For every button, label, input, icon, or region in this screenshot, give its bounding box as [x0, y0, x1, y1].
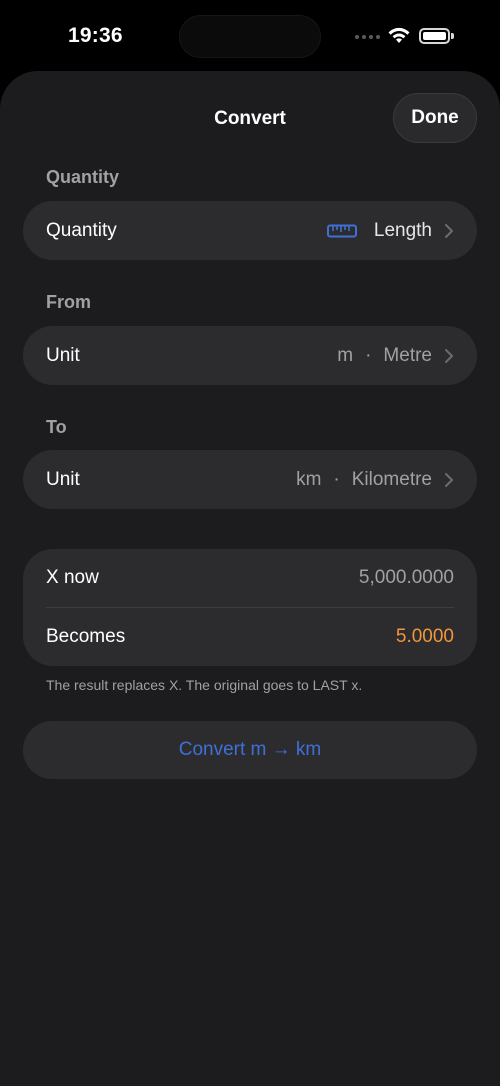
quantity-value-group: Length [326, 219, 454, 242]
status-time: 19:36 [68, 24, 123, 47]
from-unit-row[interactable]: Unit m · Metre [23, 326, 477, 385]
to-unit-row[interactable]: Unit km · Kilometre [23, 450, 477, 509]
dynamic-island [179, 15, 321, 58]
quantity-value: Length [373, 219, 432, 241]
becomes-line: Becomes 5.0000 [46, 626, 454, 648]
quantity-section-label: Quantity [46, 167, 120, 187]
to-unit-label: Unit [46, 468, 80, 490]
to-unit-symbol: km [296, 468, 322, 490]
from-unit-value: m · Metre [337, 345, 454, 367]
becomes-value: 5.0000 [395, 626, 454, 647]
chevron-right-icon [445, 348, 453, 363]
to-unit-name: Kilometre [351, 468, 432, 490]
to-unit-value: km · Kilometre [296, 469, 454, 491]
cellular-signal-icon [355, 35, 380, 39]
chevron-right-icon [445, 472, 453, 487]
x-now-value: 5,000.0000 [358, 567, 454, 588]
card-divider [46, 607, 454, 608]
to-unit-separator: · [333, 468, 340, 490]
from-unit-label: Unit [46, 344, 80, 366]
to-section-label: To [46, 417, 67, 437]
battery-icon [419, 28, 454, 44]
from-unit-separator: · [365, 344, 372, 366]
done-button[interactable]: Done [393, 93, 477, 143]
convert-button[interactable]: Convert m → km [23, 721, 477, 779]
quantity-row-label: Quantity [46, 219, 117, 241]
from-unit-symbol: m [337, 344, 354, 366]
result-note: The result replaces X. The original goes… [46, 677, 363, 693]
chevron-right-icon [445, 223, 453, 238]
x-now-line: X now 5,000.0000 [46, 567, 454, 589]
ruler-icon [326, 224, 357, 237]
convert-sheet: Convert Done Quantity Quantity Length Fr… [0, 71, 500, 1086]
becomes-label: Becomes [46, 626, 126, 647]
status-bar: 19:36 [0, 0, 500, 72]
quantity-row[interactable]: Quantity Length [23, 201, 477, 260]
conversion-preview-card: X now 5,000.0000 Becomes 5.0000 [23, 549, 477, 666]
from-unit-name: Metre [383, 344, 432, 366]
x-now-label: X now [46, 567, 99, 588]
wifi-icon [388, 27, 410, 43]
from-section-label: From [46, 292, 91, 312]
